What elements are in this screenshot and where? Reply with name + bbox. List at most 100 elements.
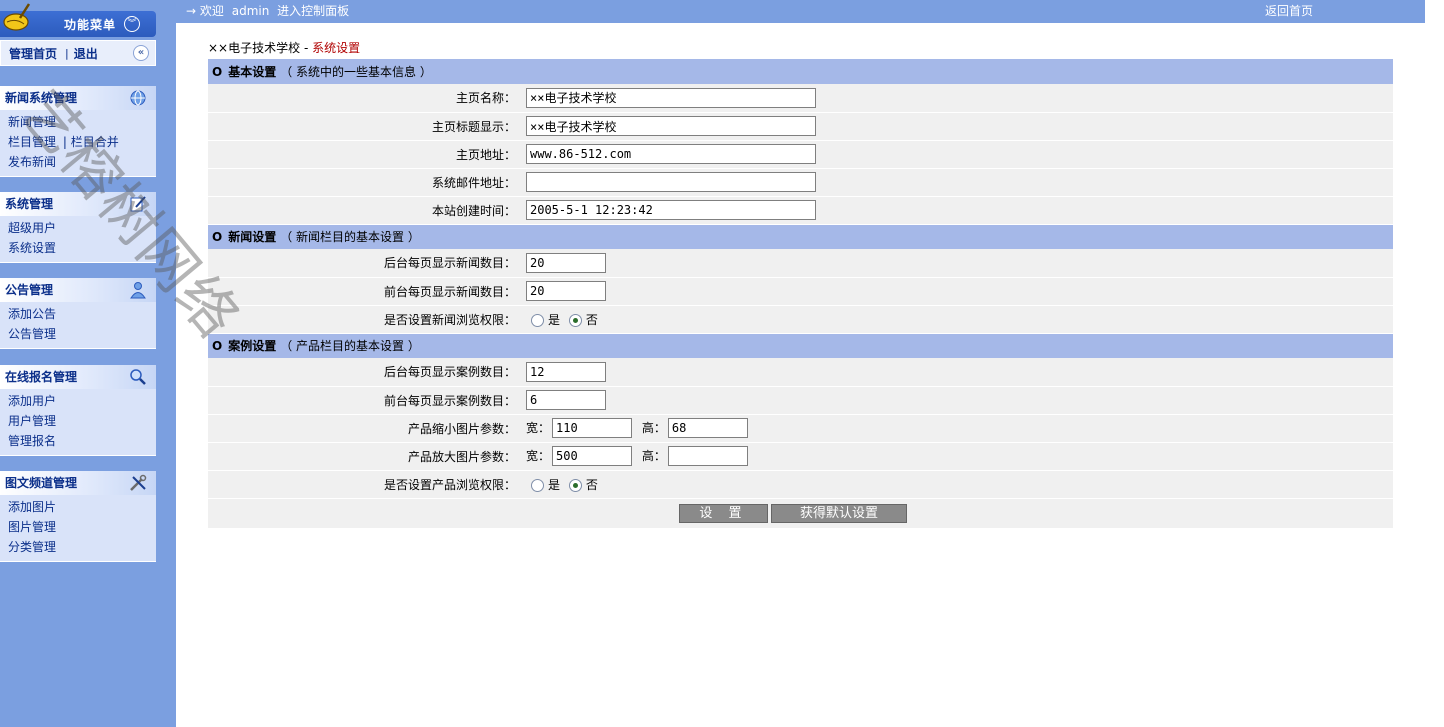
radio-label: 否 xyxy=(585,477,598,492)
row-product-perm: 是否设置产品浏览权限： 是 否 xyxy=(208,470,1393,499)
enter-panel-text: 进入控制面板 xyxy=(277,4,350,18)
group-notice: 公告管理 添加公告 公告管理 xyxy=(0,278,156,349)
row-thumb: 产品缩小图片参数： 宽： 高： xyxy=(208,414,1393,443)
sidebar-item-add-image[interactable]: 添加图片 xyxy=(8,497,156,517)
row-news-front: 前台每页显示新闻数目： xyxy=(208,277,1393,306)
sidebar-item-registration-manage[interactable]: 管理报名 xyxy=(8,431,156,451)
news-perm-no-radio[interactable] xyxy=(568,313,582,327)
site-url-input[interactable] xyxy=(526,144,816,164)
sidebar-item-column-manage-link[interactable]: 栏目管理 xyxy=(8,135,56,149)
row-created: 本站创建时间： xyxy=(208,196,1393,225)
product-perm-yes-radio[interactable] xyxy=(531,478,544,492)
height-label: 高： xyxy=(641,420,666,435)
section-desc: （ 系统中的一些基本信息 ） xyxy=(280,65,432,79)
row-news-perm: 是否设置新闻浏览权限： 是 否 xyxy=(208,305,1393,334)
group-title-text: 系统管理 xyxy=(5,197,54,211)
section-title: 案例设置 xyxy=(228,339,277,354)
news-perm-yes-radio[interactable] xyxy=(531,313,544,327)
sidebar-item-image-manage[interactable]: 图片管理 xyxy=(8,517,156,537)
row-large: 产品放大图片参数： 宽： 高： xyxy=(208,442,1393,471)
username: admin xyxy=(231,4,270,18)
large-height-input[interactable] xyxy=(667,446,748,466)
sidebar-item-add-notice[interactable]: 添加公告 xyxy=(8,304,156,324)
radio-label: 是 xyxy=(548,477,561,492)
group-title: 图文频道管理 xyxy=(0,471,156,495)
news-perm-label: 是否设置新闻浏览权限： xyxy=(208,305,526,334)
menu-title: 功能菜单 xyxy=(64,18,117,32)
chevron-down-icon[interactable]: ︾ xyxy=(124,16,140,32)
news-front-label: 前台每页显示新闻数目： xyxy=(208,277,526,306)
top-bar: → 欢迎 admin 进入控制面板 返回首页 xyxy=(176,0,1425,23)
sidebar-item-add-user[interactable]: 添加用户 xyxy=(8,391,156,411)
created-label: 本站创建时间： xyxy=(208,196,526,225)
settings-form: O基本设置（ 系统中的一些基本信息 ） 主页名称： 主页标题显示： 主页地址： … xyxy=(208,59,1393,528)
sidebar-item-news-manage[interactable]: 新闻管理 xyxy=(8,112,156,132)
row-site-url: 主页地址： xyxy=(208,140,1393,169)
sidebar-item-column-manage: 栏目管理 | 栏目合并 xyxy=(8,132,156,152)
sidebar-item-super-user[interactable]: 超级用户 xyxy=(8,218,156,238)
search-icon xyxy=(130,369,146,385)
tools-icon xyxy=(130,474,147,491)
thumb-height-input[interactable] xyxy=(667,418,748,438)
section-title: 新闻设置 xyxy=(228,230,277,245)
sidebar-item-user-manage[interactable]: 用户管理 xyxy=(8,411,156,431)
case-front-input[interactable] xyxy=(526,390,606,410)
menu-header: 功能菜单 ︾ xyxy=(0,3,156,37)
row-site-title: 主页标题显示： xyxy=(208,112,1393,141)
group-title: 新闻系统管理 xyxy=(0,86,156,110)
logout-link[interactable]: 退出 xyxy=(74,45,98,62)
section-basic: O 基本设置（ 系统中的一些基本信息 ） xyxy=(208,59,1393,84)
back-home-link[interactable]: 返回首页 xyxy=(1265,1,1313,22)
bullet-icon: O xyxy=(212,65,223,79)
email-input[interactable] xyxy=(526,172,816,192)
case-admin-input[interactable] xyxy=(526,361,606,382)
sidebar-item-publish-news[interactable]: 发布新闻 xyxy=(8,152,156,172)
case-admin-label: 后台每页显示案例数目： xyxy=(208,358,526,387)
section-desc: （ 产品栏目的基本设置 ） xyxy=(280,339,420,354)
thumb-label: 产品缩小图片参数： xyxy=(208,414,526,443)
welcome-label: 欢迎 xyxy=(199,4,224,18)
breadcrumb-current: 系统设置 xyxy=(312,41,361,55)
width-label: 宽： xyxy=(526,448,551,463)
radio-label: 是 xyxy=(548,312,561,327)
sidebar-item-system-settings[interactable]: 系统设置 xyxy=(8,238,156,258)
news-front-input[interactable] xyxy=(526,281,606,301)
welcome-text: → 欢迎 admin 进入控制面板 xyxy=(186,1,349,22)
section-desc: （ 新闻栏目的基本设置 ） xyxy=(280,230,420,245)
site-title-input[interactable] xyxy=(526,116,816,136)
height-label: 高： xyxy=(641,448,666,463)
row-case-front: 前台每页显示案例数目： xyxy=(208,386,1393,415)
created-input[interactable] xyxy=(526,200,816,220)
news-admin-label: 后台每页显示新闻数目： xyxy=(208,249,526,278)
submit-button[interactable]: 设 置 xyxy=(679,503,768,523)
broom-icon xyxy=(3,3,31,31)
sidebar-item-category-manage[interactable]: 分类管理 xyxy=(8,537,156,557)
row-news-admin: 后台每页显示新闻数目： xyxy=(208,249,1393,278)
group-system: 系统管理 超级用户 系统设置 xyxy=(0,192,156,263)
group-title: 公告管理 xyxy=(0,278,156,302)
row-email: 系统邮件地址： xyxy=(208,168,1393,197)
home-link[interactable]: 管理首页 xyxy=(9,45,57,62)
radio-label: 否 xyxy=(585,312,598,327)
section-title: 基本设置 xyxy=(228,65,277,79)
arrow-icon: → xyxy=(186,4,197,18)
width-label: 宽： xyxy=(526,420,551,435)
group-title: 在线报名管理 xyxy=(0,365,156,389)
collapse-icon[interactable]: « xyxy=(133,45,149,61)
sidebar-item-notice-manage[interactable]: 公告管理 xyxy=(8,324,156,344)
load-defaults-button[interactable]: 获得默认设置 xyxy=(771,503,907,523)
large-width-input[interactable] xyxy=(552,446,633,466)
section-news: O 新闻设置（ 新闻栏目的基本设置 ） xyxy=(208,224,1393,249)
sidebar-item-column-merge[interactable]: 栏目合并 xyxy=(71,135,119,149)
group-gallery: 图文频道管理 添加图片 图片管理 分类管理 xyxy=(0,471,156,562)
breadcrumb: ××电子技术学校 - 系统设置 xyxy=(208,39,360,56)
site-name-label: 主页名称： xyxy=(208,84,526,113)
group-title-text: 新闻系统管理 xyxy=(5,91,78,105)
globe-icon xyxy=(130,90,146,106)
thumb-width-input[interactable] xyxy=(552,418,633,438)
group-registration: 在线报名管理 添加用户 用户管理 管理报名 xyxy=(0,365,156,456)
product-perm-no-radio[interactable] xyxy=(568,478,582,492)
news-admin-input[interactable] xyxy=(526,252,606,273)
site-name-input[interactable] xyxy=(526,87,816,108)
product-perm-label: 是否设置产品浏览权限： xyxy=(208,470,526,499)
